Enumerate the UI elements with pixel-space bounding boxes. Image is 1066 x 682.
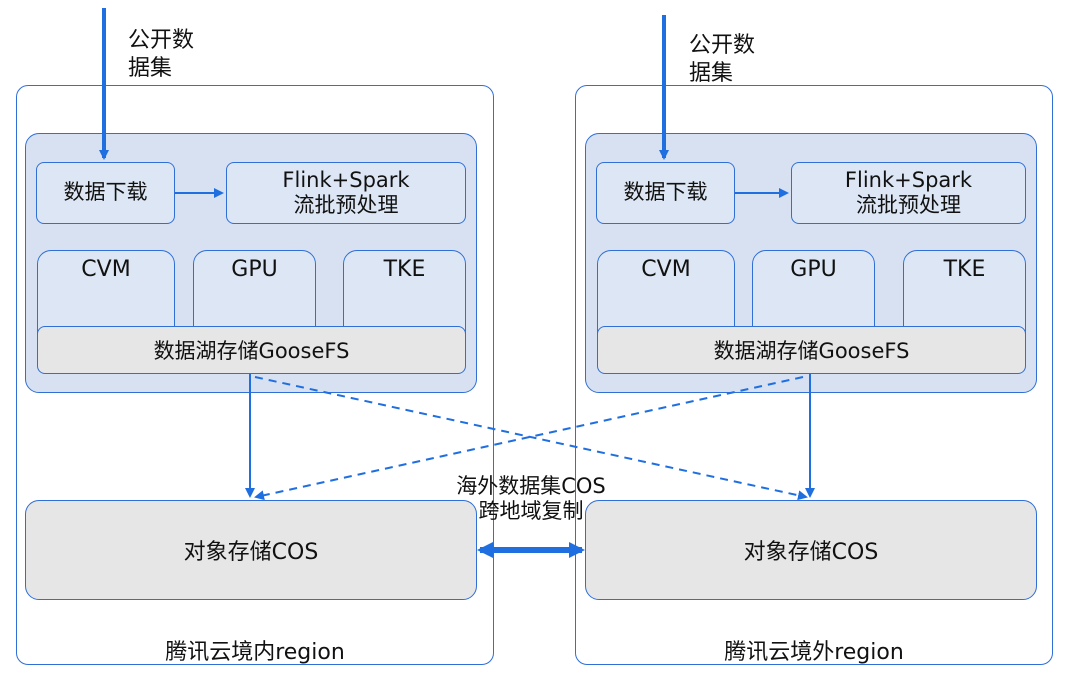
right-goosefs-box[interactable]: 数据湖存储GooseFS bbox=[597, 326, 1026, 374]
right-tke-label: TKE bbox=[943, 257, 986, 282]
left-gpu-label: GPU bbox=[231, 257, 278, 282]
right-region-title: 腾讯云境外region bbox=[724, 640, 904, 665]
left-region-title: 腾讯云境内region bbox=[165, 640, 345, 665]
right-cos-label: 对象存储COS bbox=[743, 540, 879, 565]
left-data-download-box[interactable]: 数据下载 bbox=[36, 162, 175, 224]
left-tke-label: TKE bbox=[383, 257, 426, 282]
right-gpu-label: GPU bbox=[790, 257, 837, 282]
left-goosefs-label: 数据湖存储GooseFS bbox=[153, 339, 350, 363]
left-cos-label: 对象存储COS bbox=[183, 540, 319, 565]
right-goosefs-label: 数据湖存储GooseFS bbox=[713, 339, 910, 363]
right-data-download-box[interactable]: 数据下载 bbox=[596, 162, 735, 224]
right-input-label: 公开数 据集 bbox=[689, 33, 756, 86]
left-processing-label: Flink+Spark 流批预处理 bbox=[282, 167, 410, 217]
left-cvm-label: CVM bbox=[81, 257, 131, 282]
right-cos-box[interactable]: 对象存储COS bbox=[585, 500, 1037, 600]
left-cos-box[interactable]: 对象存储COS bbox=[25, 500, 477, 600]
cross-region-replication-label: 海外数据集COS 跨地域复制 bbox=[456, 474, 606, 524]
left-data-download-label: 数据下载 bbox=[63, 180, 148, 205]
right-cvm-label: CVM bbox=[641, 257, 691, 282]
right-data-download-label: 数据下载 bbox=[623, 180, 708, 205]
right-processing-box[interactable]: Flink+Spark 流批预处理 bbox=[791, 162, 1026, 224]
left-processing-box[interactable]: Flink+Spark 流批预处理 bbox=[226, 162, 466, 224]
left-goosefs-box[interactable]: 数据湖存储GooseFS bbox=[37, 326, 466, 374]
left-input-label: 公开数 据集 bbox=[128, 28, 195, 81]
right-processing-label: Flink+Spark 流批预处理 bbox=[844, 167, 973, 217]
